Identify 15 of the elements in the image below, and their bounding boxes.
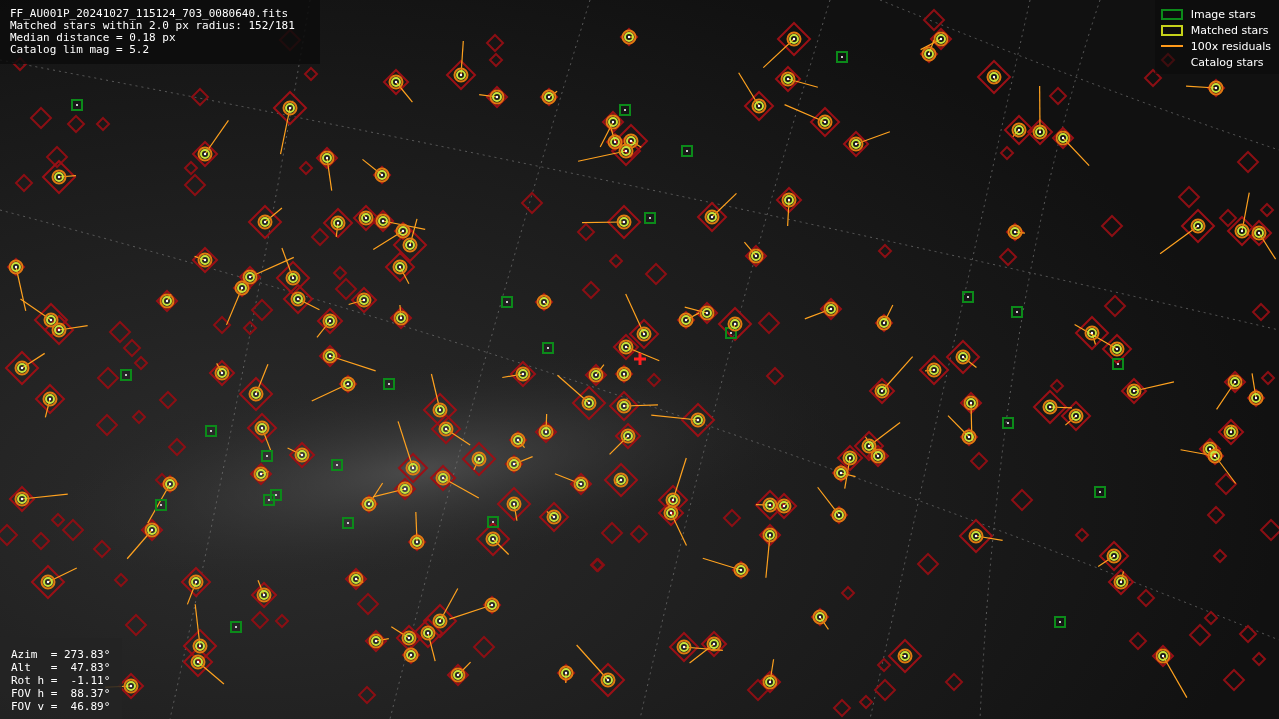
pointing-text: FOV h = 88.37° xyxy=(11,687,111,700)
pointing-text: Alt = 47.83° xyxy=(11,661,111,674)
pointing-text: Rot h = -1.11° xyxy=(11,674,111,687)
legend-label: 100x residuals xyxy=(1190,39,1271,53)
pointing-text: FOV v = 46.89° xyxy=(11,700,111,713)
info-text: Catalog lim mag = 5.2 xyxy=(10,44,150,56)
legend-label: Image stars xyxy=(1190,7,1256,21)
image-legend-swatch xyxy=(1160,9,1183,19)
legend-label: Matched stars xyxy=(1190,23,1269,37)
matched-legend-swatch xyxy=(1160,25,1183,35)
legend-label: Catalog stars xyxy=(1190,55,1264,69)
info-text: FF_AU001P_20241027_115124_703_0080640.fits xyxy=(10,8,289,20)
info-text: Median distance = 0.18 px xyxy=(10,32,176,44)
pointing-text: Azim = 273.83° xyxy=(11,648,111,661)
info-text: Matched stars within 2.0 px radius: 152/181 xyxy=(10,20,295,32)
